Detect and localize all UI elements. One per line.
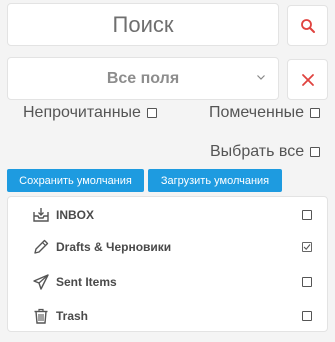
- trash-icon: [32, 307, 50, 325]
- folder-label: INBOX: [56, 208, 95, 222]
- folder-item-drafts[interactable]: Drafts & Черновики: [32, 237, 312, 257]
- folder-checkbox[interactable]: [302, 210, 312, 220]
- folder-label: Drafts & Черновики: [56, 240, 172, 254]
- close-icon: [301, 73, 314, 86]
- paper-plane-icon: [32, 273, 50, 291]
- flagged-label: Помеченные: [209, 104, 305, 121]
- folder-item-inbox[interactable]: INBOX: [32, 205, 312, 225]
- select-all-filter[interactable]: Выбрать все: [210, 143, 321, 161]
- folder-item-sent[interactable]: Sent Items: [32, 272, 312, 292]
- checkmark-icon: [303, 244, 311, 251]
- folder-label: Trash: [56, 309, 89, 323]
- folder-checkbox[interactable]: [302, 277, 312, 287]
- inbox-icon: [32, 206, 50, 224]
- folder-checkbox[interactable]: [302, 311, 312, 321]
- clear-button[interactable]: [287, 59, 328, 100]
- field-select[interactable]: Все поля: [7, 57, 279, 100]
- search-input[interactable]: [8, 4, 278, 45]
- folder-list: INBOX Drafts & Черновики Sent Items Tras…: [7, 196, 328, 332]
- select-all-checkbox[interactable]: [310, 147, 321, 157]
- unread-filter[interactable]: Непрочитанные: [23, 104, 157, 122]
- search-icon: [300, 18, 315, 33]
- pencil-icon: [32, 238, 50, 256]
- folder-item-trash[interactable]: Trash: [32, 306, 312, 326]
- select-all-label: Выбрать все: [210, 143, 305, 160]
- search-box[interactable]: [7, 3, 279, 46]
- field-select-value: Все поля: [106, 69, 180, 87]
- flagged-checkbox[interactable]: [310, 108, 321, 118]
- flagged-filter[interactable]: Помеченные: [209, 104, 321, 122]
- folder-checkbox-checked[interactable]: [302, 242, 312, 252]
- unread-checkbox[interactable]: [146, 108, 157, 118]
- search-button[interactable]: [287, 5, 328, 46]
- folder-label: Sent Items: [56, 275, 117, 289]
- unread-label: Непрочитанные: [23, 104, 141, 121]
- chevron-down-icon: [257, 75, 265, 80]
- save-defaults-button[interactable]: Сохранить умолчания: [7, 169, 144, 192]
- load-defaults-button[interactable]: Загрузить умолчания: [148, 169, 282, 192]
